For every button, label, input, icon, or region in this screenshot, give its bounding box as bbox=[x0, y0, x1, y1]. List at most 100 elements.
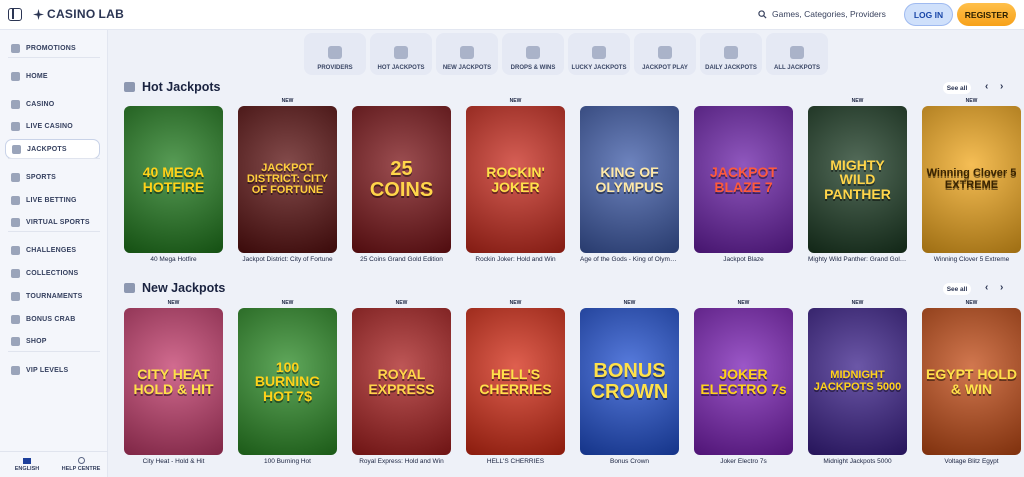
game-thumbnail[interactable]: ROYAL EXPRESS bbox=[352, 308, 451, 455]
hot-jackpots-row: 40 MEGA HOTFIRE 40 Mega Hotfire NEW JACKPOT… bbox=[124, 98, 1021, 274]
next-arrow-icon[interactable]: › bbox=[1000, 282, 1003, 293]
sidebar-item-label: CASINO bbox=[26, 100, 55, 108]
new-badge: NEW bbox=[281, 98, 294, 104]
sidebar-item-collections[interactable]: COLLECTIONS bbox=[5, 263, 100, 283]
game-title[interactable]: Jackpot District: City of Fortune bbox=[238, 256, 337, 263]
prev-arrow-icon[interactable]: ‹ bbox=[985, 282, 988, 293]
sidebar-toggle-icon[interactable] bbox=[8, 8, 22, 21]
game-card[interactable]: NEW JOKER ELECTRO 7s Joker Electro 7s bbox=[694, 300, 793, 476]
game-card[interactable]: NEW 100 BURNING HOT 7$ 100 Burning Hot bbox=[238, 300, 337, 476]
game-thumbnail[interactable]: KING OF OLYMPUS bbox=[580, 106, 679, 253]
tab-lucky-jackpots[interactable]: LUCKY JACKPOTS bbox=[568, 33, 630, 75]
game-card[interactable]: NEW CITY HEAT HOLD & HIT City Heat - Hold … bbox=[124, 300, 223, 476]
game-title[interactable]: Age of the Gods - King of Olympus bbox=[580, 256, 679, 263]
game-thumbnail[interactable]: BONUS CROWN bbox=[580, 308, 679, 455]
game-title[interactable]: City Heat - Hold & Hit bbox=[124, 458, 223, 465]
game-art-title: ROYAL EXPRESS bbox=[368, 366, 435, 397]
game-title[interactable]: Royal Express: Hold and Win bbox=[352, 458, 451, 465]
sidebar-item-label: TOURNAMENTS bbox=[26, 292, 83, 300]
game-card[interactable]: NEW EGYPT HOLD & WIN Voltage Blitz Egypt bbox=[922, 300, 1021, 476]
language-label: ENGLISH bbox=[14, 465, 40, 472]
game-thumbnail[interactable]: 25 COINS bbox=[352, 106, 451, 253]
sidebar-item-bonus-crab[interactable]: BONUS CRAB bbox=[5, 309, 100, 329]
game-card[interactable]: KING OF OLYMPUS Age of the Gods - King of… bbox=[580, 106, 679, 274]
sidebar-item-sports[interactable]: SPORTS bbox=[5, 167, 100, 187]
game-card[interactable]: NEW MIDNIGHT JACKPOTS 5000 Midnight Jackpo… bbox=[808, 300, 907, 476]
game-title[interactable]: 25 Coins Grand Gold Edition bbox=[352, 256, 451, 263]
sidebar-item-virtual-sports[interactable]: VIRTUAL SPORTS bbox=[5, 212, 100, 232]
game-thumbnail[interactable]: 40 MEGA HOTFIRE bbox=[124, 106, 223, 253]
game-card[interactable]: 25 COINS 25 Coins Grand Gold Edition bbox=[352, 106, 451, 274]
game-card[interactable]: NEW MIGHTY WILD PANTHER Mighty Wild Panthe… bbox=[808, 98, 907, 274]
game-thumbnail[interactable]: MIDNIGHT JACKPOTS 5000 bbox=[808, 308, 907, 455]
game-card[interactable]: NEW ROYAL EXPRESS Royal Express: Hold and … bbox=[352, 300, 451, 476]
game-art-title: 100 BURNING HOT 7$ bbox=[254, 359, 321, 404]
category-icon bbox=[328, 46, 342, 59]
game-thumbnail[interactable]: CITY HEAT HOLD & HIT bbox=[124, 308, 223, 455]
game-title[interactable]: Joker Electro 7s bbox=[694, 458, 793, 465]
game-thumbnail[interactable]: JOKER ELECTRO 7s bbox=[694, 308, 793, 455]
game-title[interactable]: Voltage Blitz Egypt bbox=[922, 458, 1021, 465]
language-selector[interactable]: ENGLISH bbox=[0, 452, 54, 477]
game-title[interactable]: Mighty Wild Panther: Grand Gold Edition bbox=[808, 256, 907, 263]
logo-star-icon bbox=[33, 8, 44, 20]
game-thumbnail[interactable]: JACKPOT BLAZE 7 bbox=[694, 106, 793, 253]
tab-daily-jackpots[interactable]: DAILY JACKPOTS bbox=[700, 33, 762, 75]
sidebar-item-tournaments[interactable]: TOURNAMENTS bbox=[5, 286, 100, 306]
game-thumbnail[interactable]: JACKPOT DISTRICT: CITY OF FORTUNE bbox=[238, 106, 337, 253]
game-thumbnail[interactable]: HELL'S CHERRIES bbox=[466, 308, 565, 455]
game-art-title: KING OF OLYMPUS bbox=[595, 164, 664, 195]
trophy-icon bbox=[11, 291, 20, 301]
tab-jackpot-play[interactable]: JACKPOT PLAY bbox=[634, 33, 696, 75]
game-thumbnail[interactable]: 100 BURNING HOT 7$ bbox=[238, 308, 337, 455]
tab-all-jackpots[interactable]: ALL JACKPOTS bbox=[766, 33, 828, 75]
live-betting-icon bbox=[11, 195, 20, 205]
game-card[interactable]: NEW HELL'S CHERRIES HELL'S CHERRIES bbox=[466, 300, 565, 476]
logo[interactable]: CASINO LAB bbox=[33, 7, 124, 21]
sidebar-item-home[interactable]: HOME bbox=[5, 66, 100, 86]
game-thumbnail[interactable]: MIGHTY WILD PANTHER bbox=[808, 106, 907, 253]
game-card[interactable]: NEW ROCKIN' JOKER Rockin Joker: Hold and W… bbox=[466, 98, 565, 274]
tab-hot-jackpots[interactable]: HOT JACKPOTS bbox=[370, 33, 432, 75]
game-title[interactable]: 100 Burning Hot bbox=[238, 458, 337, 465]
game-title[interactable]: Winning Clover 5 Extreme bbox=[922, 256, 1021, 263]
game-card[interactable]: JACKPOT BLAZE 7 Jackpot Blaze bbox=[694, 106, 793, 274]
search-input[interactable]: Games, Categories, Providers bbox=[758, 4, 898, 24]
game-title[interactable]: Jackpot Blaze bbox=[694, 256, 793, 263]
game-thumbnail[interactable]: ROCKIN' JOKER bbox=[466, 106, 565, 253]
sidebar-item-label: BONUS CRAB bbox=[26, 315, 76, 323]
next-arrow-icon[interactable]: › bbox=[1000, 81, 1003, 92]
new-jackpots-row: NEW CITY HEAT HOLD & HIT City Heat - Hold … bbox=[124, 300, 1021, 476]
help-centre-link[interactable]: HELP CENTRE bbox=[54, 452, 108, 477]
sidebar-item-jackpots[interactable]: JACKPOTS bbox=[5, 139, 100, 159]
game-card[interactable]: NEW Winning Clover 5 EXTREME Winning Clove… bbox=[922, 98, 1021, 274]
game-thumbnail[interactable]: EGYPT HOLD & WIN bbox=[922, 308, 1021, 455]
game-art-title: MIGHTY WILD PANTHER bbox=[824, 157, 891, 202]
game-card[interactable]: NEW BONUS CROWN Bonus Crown bbox=[580, 300, 679, 476]
login-button[interactable]: LOG IN bbox=[904, 3, 953, 26]
sidebar-item-promotions[interactable]: PROMOTIONS bbox=[5, 38, 100, 58]
tab-drops-wins[interactable]: DROPS & WINS bbox=[502, 33, 564, 75]
see-all-hot-jackpots[interactable]: See all bbox=[943, 82, 971, 94]
game-thumbnail[interactable]: Winning Clover 5 EXTREME bbox=[922, 106, 1021, 253]
sidebar-item-casino[interactable]: CASINO bbox=[5, 94, 100, 114]
sidebar-item-shop[interactable]: SHOP bbox=[5, 331, 100, 351]
game-card[interactable]: NEW JACKPOT DISTRICT: CITY OF FORTUNE Jack… bbox=[238, 98, 337, 274]
game-title[interactable]: Rockin Joker: Hold and Win bbox=[466, 256, 565, 263]
sidebar-item-live-betting[interactable]: LIVE BETTING bbox=[5, 190, 100, 210]
new-badge: NEW bbox=[623, 300, 636, 306]
tab-providers[interactable]: PROVIDERS bbox=[304, 33, 366, 75]
game-title[interactable]: 40 Mega Hotfire bbox=[124, 256, 223, 263]
game-title[interactable]: Midnight Jackpots 5000 bbox=[808, 458, 907, 465]
tab-new-jackpots[interactable]: NEW JACKPOTS bbox=[436, 33, 498, 75]
game-title[interactable]: Bonus Crown bbox=[580, 458, 679, 465]
sidebar-footer: ENGLISH HELP CENTRE bbox=[0, 451, 108, 477]
register-button[interactable]: REGISTER bbox=[957, 3, 1016, 26]
prev-arrow-icon[interactable]: ‹ bbox=[985, 81, 988, 92]
sidebar-item-live-casino[interactable]: LIVE CASINO bbox=[5, 116, 100, 136]
see-all-new-jackpots[interactable]: See all bbox=[943, 283, 971, 295]
sidebar-item-vip-levels[interactable]: VIP LEVELS bbox=[5, 360, 100, 380]
game-title[interactable]: HELL'S CHERRIES bbox=[466, 458, 565, 465]
sidebar-item-challenges[interactable]: CHALLENGES bbox=[5, 240, 100, 260]
game-card[interactable]: 40 MEGA HOTFIRE 40 Mega Hotfire bbox=[124, 106, 223, 274]
